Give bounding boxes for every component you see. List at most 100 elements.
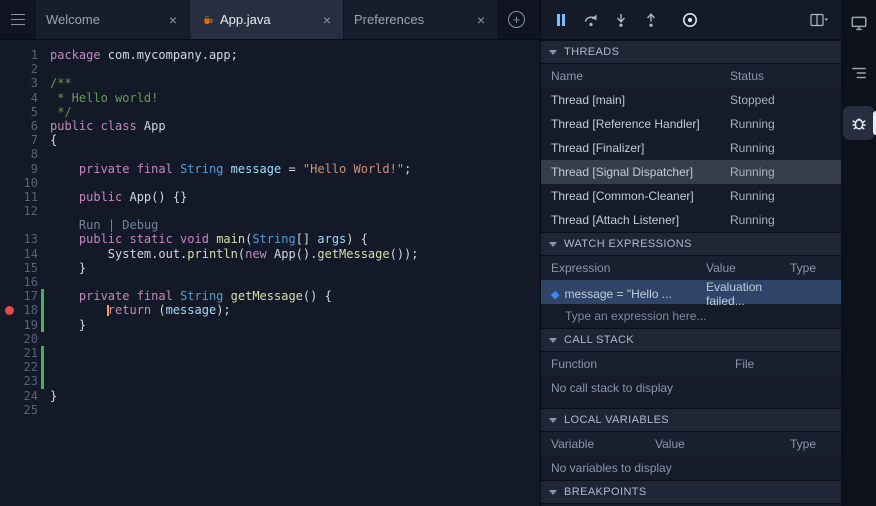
threads-header[interactable]: THREADS (541, 40, 841, 64)
code-line[interactable]: 12 (0, 204, 540, 218)
code-line[interactable]: 8 (0, 147, 540, 161)
breakpoint-gutter[interactable] (0, 346, 18, 360)
code-line[interactable]: 15 } (0, 261, 540, 275)
breakpoints-header[interactable]: BREAKPOINTS (541, 480, 841, 504)
line-number[interactable]: 7 (18, 133, 38, 147)
new-tab-button[interactable]: + (508, 11, 525, 28)
code-text[interactable] (48, 62, 50, 76)
line-number[interactable]: 20 (18, 332, 38, 346)
code-line[interactable]: 3 /** (0, 76, 540, 90)
line-number[interactable]: 17 (18, 289, 38, 303)
watch-row[interactable]: ◆message = "Hello ...Evaluation failed..… (541, 280, 841, 304)
line-number[interactable]: 1 (18, 48, 38, 62)
thread-row[interactable]: Thread [main]Stopped (541, 88, 841, 112)
codelens-row[interactable]: Run | Debug (0, 218, 540, 232)
tab-app-java[interactable]: App.java× (190, 0, 344, 39)
code-text[interactable]: return (message); (48, 303, 231, 317)
code-line[interactable]: 23 (0, 374, 540, 388)
code-line[interactable]: 13 public static void main(String[] args… (0, 232, 540, 246)
breakpoint-gutter[interactable] (0, 232, 18, 246)
code-text[interactable]: System.out.println(new App().getMessage(… (48, 247, 419, 261)
code-line[interactable]: 9 private final String message = "Hello … (0, 162, 540, 176)
code-line[interactable]: 4 * Hello world! (0, 91, 540, 105)
thread-row[interactable]: Thread [Finalizer]Running (541, 136, 841, 160)
code-line[interactable]: 25 (0, 403, 540, 417)
debug-item[interactable] (843, 106, 875, 140)
tab-welcome[interactable]: Welcome× (36, 0, 190, 39)
breakpoint-gutter[interactable] (0, 289, 18, 303)
code-text[interactable]: */ (48, 105, 72, 119)
code-text[interactable]: private final String message = "Hello Wo… (48, 162, 411, 176)
menu-button[interactable] (0, 0, 36, 39)
step-over-button[interactable] (583, 12, 599, 28)
code-text[interactable]: Run | Debug (48, 218, 158, 232)
breakpoint-gutter[interactable] (0, 147, 18, 161)
line-number[interactable] (18, 218, 38, 232)
breakpoint-gutter[interactable] (0, 204, 18, 218)
line-number[interactable]: 18 (18, 303, 38, 317)
code-line[interactable]: 19 } (0, 318, 540, 332)
breakpoint-gutter[interactable] (0, 133, 18, 147)
code-line[interactable]: 6 public class App (0, 119, 540, 133)
code-line[interactable]: 20 (0, 332, 540, 346)
code-text[interactable]: public class App (48, 119, 166, 133)
line-number[interactable]: 23 (18, 374, 38, 388)
local-variables-header[interactable]: LOCAL VARIABLES (541, 408, 841, 432)
breakpoint-gutter[interactable] (0, 176, 18, 190)
code-text[interactable] (48, 403, 50, 417)
line-number[interactable]: 16 (18, 275, 38, 289)
line-number[interactable]: 21 (18, 346, 38, 360)
record-button[interactable] (681, 11, 699, 29)
code-text[interactable] (48, 176, 50, 190)
breakpoint-gutter[interactable] (0, 261, 18, 275)
code-text[interactable]: public App() {} (48, 190, 187, 204)
thread-row[interactable]: Thread [Attach Listener]Running (541, 208, 841, 232)
line-number[interactable]: 14 (18, 247, 38, 261)
breakpoint-gutter[interactable] (0, 76, 18, 90)
breakpoint-gutter[interactable] (0, 275, 18, 289)
code-text[interactable]: } (48, 389, 57, 403)
breakpoint-gutter[interactable] (0, 332, 18, 346)
line-number[interactable]: 19 (18, 318, 38, 332)
close-icon[interactable]: × (475, 12, 487, 28)
code-line[interactable]: 18 return (message); (0, 303, 540, 317)
breakpoint-gutter[interactable] (0, 247, 18, 261)
remote-monitor-item[interactable] (843, 6, 875, 40)
code-line[interactable]: 14 System.out.println(new App().getMessa… (0, 247, 540, 261)
code-text[interactable]: package com.mycompany.app; (48, 48, 238, 62)
line-number[interactable]: 11 (18, 190, 38, 204)
line-number[interactable]: 2 (18, 62, 38, 76)
code-text[interactable]: /** (48, 76, 72, 90)
code-line[interactable]: 24} (0, 389, 540, 403)
code-text[interactable] (48, 275, 50, 289)
code-line[interactable]: 11 public App() {} (0, 190, 540, 204)
code-text[interactable] (48, 346, 50, 360)
breakpoint-gutter[interactable] (0, 218, 18, 232)
code-text[interactable] (48, 360, 50, 374)
breakpoint-gutter[interactable] (0, 162, 18, 176)
watch-expression-input[interactable]: Type an expression here... (541, 304, 841, 328)
code-line[interactable]: 10 (0, 176, 540, 190)
breakpoint-gutter[interactable] (0, 389, 18, 403)
code-line[interactable]: 1 package com.mycompany.app; (0, 48, 540, 62)
call-stack-header[interactable]: CALL STACK (541, 328, 841, 352)
tab-preferences[interactable]: Preferences× (344, 0, 498, 39)
breakpoint-icon[interactable] (5, 306, 14, 315)
line-number[interactable]: 22 (18, 360, 38, 374)
line-number[interactable]: 15 (18, 261, 38, 275)
outline-list-item[interactable] (843, 56, 875, 90)
line-number[interactable]: 13 (18, 232, 38, 246)
breakpoint-gutter[interactable] (0, 119, 18, 133)
line-number[interactable]: 3 (18, 76, 38, 90)
thread-row[interactable]: Thread [Common-Cleaner]Running (541, 184, 841, 208)
pause-button[interactable] (553, 12, 569, 28)
thread-row[interactable]: Thread [Signal Dispatcher]Running (541, 160, 841, 184)
line-number[interactable]: 8 (18, 147, 38, 161)
breakpoint-gutter[interactable] (0, 190, 18, 204)
code-line[interactable]: 21 (0, 346, 540, 360)
editor-layout-button[interactable] (810, 12, 829, 28)
code-line[interactable]: 5 */ (0, 105, 540, 119)
breakpoint-gutter[interactable] (0, 360, 18, 374)
line-number[interactable]: 6 (18, 119, 38, 133)
code-line[interactable]: 22 (0, 360, 540, 374)
